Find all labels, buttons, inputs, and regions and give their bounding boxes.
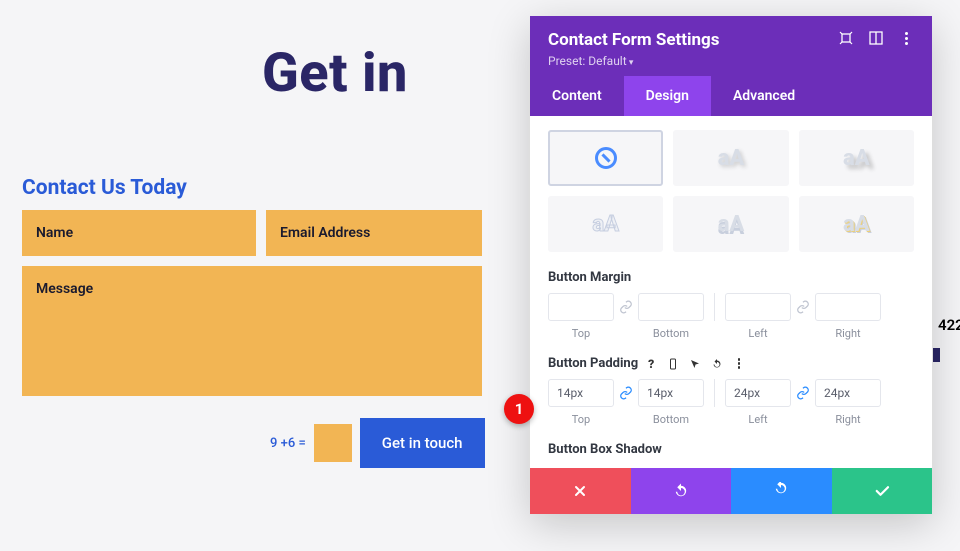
- margin-top-label: Top: [548, 327, 614, 340]
- cancel-button[interactable]: [530, 468, 631, 514]
- tab-advanced[interactable]: Advanced: [711, 76, 817, 116]
- save-button[interactable]: [832, 468, 933, 514]
- padding-right-input[interactable]: [815, 379, 881, 407]
- undo-button[interactable]: [631, 468, 732, 514]
- padding-top-label: Top: [548, 413, 614, 426]
- email-field[interactable]: [266, 210, 482, 256]
- padding-right-label: Right: [815, 413, 881, 426]
- margin-left-label: Left: [725, 327, 791, 340]
- preset-selector[interactable]: Preset: Default: [530, 54, 932, 76]
- panel-tabs: Content Design Advanced: [530, 76, 932, 116]
- panel-body: aA aA aA aA aA Button Margin: [530, 116, 932, 468]
- contact-form: [22, 210, 482, 400]
- redo-button[interactable]: [731, 468, 832, 514]
- shadow-option-6[interactable]: aA: [799, 196, 914, 252]
- padding-bottom-input[interactable]: [638, 379, 704, 407]
- padding-bottom-label: Bottom: [638, 413, 704, 426]
- captcha-question: 9 +6 =: [270, 436, 306, 451]
- padding-link-vertical-icon[interactable]: [614, 381, 638, 405]
- name-field[interactable]: [22, 210, 256, 256]
- shadow-option-2[interactable]: aA: [673, 130, 788, 186]
- hero-title: Get in: [262, 42, 408, 105]
- none-icon: [595, 147, 617, 169]
- panel-header: Contact Form Settings Preset: Default Co…: [530, 16, 932, 116]
- padding-left-label: Left: [725, 413, 791, 426]
- panel-actions: [530, 468, 932, 514]
- responsive-desktop-icon[interactable]: [666, 357, 680, 371]
- text-shadow-options: aA aA aA aA aA: [548, 130, 914, 252]
- margin-left-input[interactable]: [725, 293, 791, 321]
- shadow-option-3[interactable]: aA: [799, 130, 914, 186]
- panel-layout-icon[interactable]: [868, 30, 884, 46]
- margin-right-label: Right: [815, 327, 881, 340]
- button-padding-heading: Button Padding ?: [548, 356, 914, 371]
- expand-icon[interactable]: [838, 30, 854, 46]
- panel-title: Contact Form Settings: [548, 30, 720, 50]
- shadow-option-5[interactable]: aA: [673, 196, 788, 252]
- margin-right-input[interactable]: [815, 293, 881, 321]
- settings-panel: Contact Form Settings Preset: Default Co…: [530, 16, 932, 514]
- margin-link-horizontal-icon[interactable]: [791, 295, 815, 319]
- submit-button[interactable]: Get in touch: [360, 418, 485, 468]
- shadow-option-none[interactable]: [548, 130, 663, 186]
- margin-top-input[interactable]: [548, 293, 614, 321]
- margin-bottom-input[interactable]: [638, 293, 704, 321]
- cropped-text: 422: [938, 316, 960, 334]
- button-margin-heading: Button Margin: [548, 270, 914, 285]
- margin-bottom-label: Bottom: [638, 327, 704, 340]
- padding-left-input[interactable]: [725, 379, 791, 407]
- shadow-option-4[interactable]: aA: [548, 196, 663, 252]
- button-box-shadow-heading: Button Box Shadow: [548, 442, 914, 457]
- captcha-input[interactable]: [314, 424, 352, 462]
- hover-icon[interactable]: [688, 357, 702, 371]
- padding-more-icon[interactable]: [732, 357, 746, 371]
- contact-heading: Contact Us Today: [22, 176, 187, 200]
- tab-design[interactable]: Design: [624, 76, 711, 116]
- decorative-block: [933, 348, 940, 362]
- more-icon[interactable]: [898, 30, 914, 46]
- annotation-marker-1: 1: [504, 394, 534, 424]
- tab-content[interactable]: Content: [530, 76, 624, 116]
- margin-link-vertical-icon[interactable]: [614, 295, 638, 319]
- reset-icon[interactable]: [710, 357, 724, 371]
- padding-link-horizontal-icon[interactable]: [791, 381, 815, 405]
- padding-top-input[interactable]: [548, 379, 614, 407]
- help-icon[interactable]: ?: [644, 357, 658, 371]
- message-field[interactable]: [22, 266, 482, 396]
